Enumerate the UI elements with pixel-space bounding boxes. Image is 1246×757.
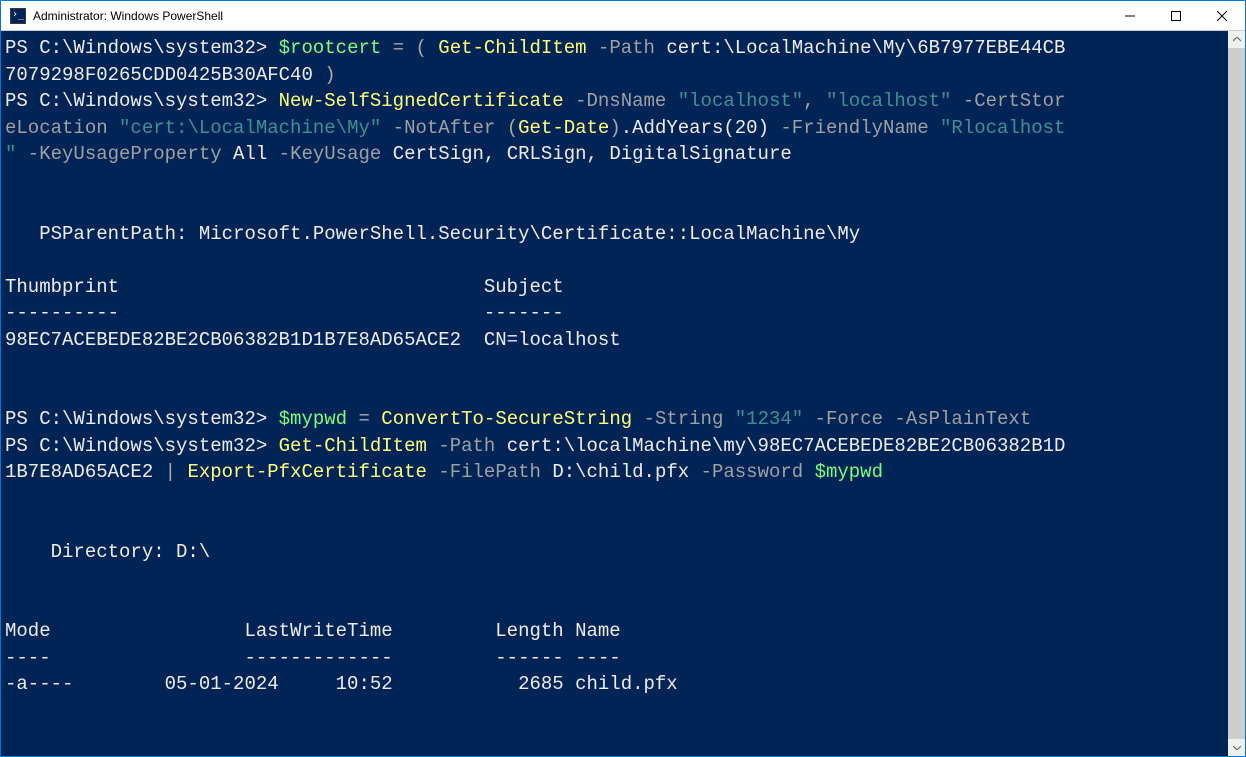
cmd-convertto-securestring: ConvertTo-SecureString	[381, 408, 632, 430]
cmd-get-childitem: Get-ChildItem	[279, 435, 427, 457]
maximize-icon	[1171, 11, 1181, 21]
vertical-scrollbar[interactable]	[1228, 31, 1245, 756]
scroll-down-button[interactable]	[1228, 739, 1245, 756]
prompt: PS C:\Windows\system32>	[5, 90, 279, 112]
cmd-get-childitem: Get-ChildItem	[438, 37, 586, 59]
minimize-icon	[1125, 11, 1135, 21]
output-header: Mode LastWriteTime Length Name	[5, 620, 621, 642]
scrollbar-thumb[interactable]	[1228, 48, 1245, 739]
terminal-body[interactable]: PS C:\Windows\system32> $rootcert = ( Ge…	[1, 31, 1228, 756]
prompt: PS C:\Windows\system32>	[5, 37, 279, 59]
window-title: Administrator: Windows PowerShell	[33, 9, 223, 23]
maximize-button[interactable]	[1153, 1, 1199, 31]
scrollbar-track[interactable]	[1228, 48, 1245, 739]
cmd-new-selfsignedcert: New-SelfSignedCertificate	[279, 90, 564, 112]
output-row: 98EC7ACEBEDE82BE2CB06382B1D1B7E8AD65ACE2…	[5, 329, 621, 351]
output-header: Thumbprint Subject	[5, 276, 564, 298]
var-rootcert: $rootcert	[279, 37, 382, 59]
cmd-export-pfxcertificate: Export-PfxCertificate	[187, 461, 426, 483]
titlebar[interactable]: Administrator: Windows PowerShell	[1, 1, 1245, 31]
powershell-icon	[10, 8, 26, 24]
output-sep: ---- ------------- ------ ----	[5, 647, 621, 669]
chevron-up-icon	[1233, 37, 1241, 42]
output-row: -a---- 05-01-2024 10:52 2685 child.pfx	[5, 673, 678, 695]
scroll-up-button[interactable]	[1228, 31, 1245, 48]
var-mypwd: $mypwd	[279, 408, 347, 430]
prompt: PS C:\Windows\system32>	[5, 435, 279, 457]
close-button[interactable]	[1199, 1, 1245, 31]
output-psparentpath: PSParentPath: Microsoft.PowerShell.Secur…	[5, 223, 860, 245]
close-icon	[1217, 11, 1227, 21]
chevron-down-icon	[1233, 745, 1241, 750]
prompt: PS C:\Windows\system32>	[5, 408, 279, 430]
output-directory: Directory: D:\	[5, 541, 210, 563]
output-sep: ---------- -------	[5, 302, 564, 324]
minimize-button[interactable]	[1107, 1, 1153, 31]
powershell-window: Administrator: Windows PowerShell PS C:\…	[0, 0, 1246, 757]
